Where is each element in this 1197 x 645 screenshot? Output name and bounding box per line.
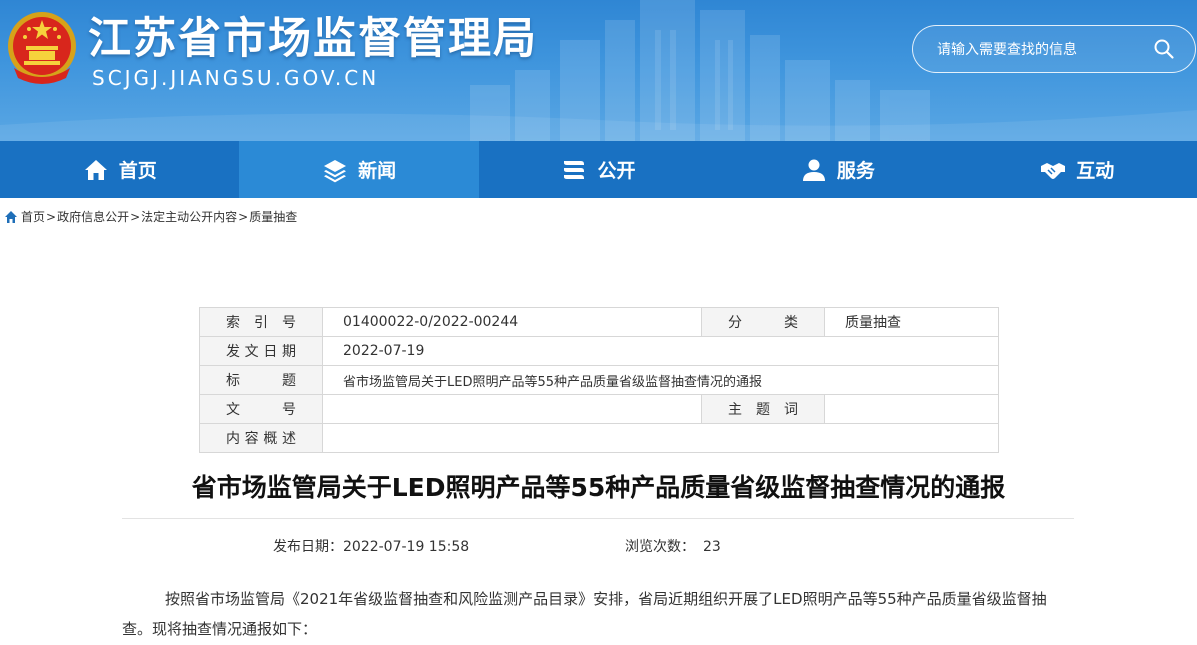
nav-item-label: 公开 <box>597 160 636 182</box>
site-header: 江苏省市场监督管理局 SCJGJ.JIANGSU.GOV.CN <box>0 0 1197 141</box>
breadcrumb-gov-info[interactable]: 政府信息公开 <box>57 208 129 225</box>
handshake-icon <box>1041 162 1066 179</box>
summary-label: 内容概述 <box>199 423 323 453</box>
nav-item-label: 互动 <box>1076 160 1115 182</box>
breadcrumb-separator: > <box>46 209 57 224</box>
keywords-value <box>824 394 999 424</box>
title-value: 省市场监管局关于LED照明产品等55种产品质量省级监督抽查情况的通报 <box>322 365 999 395</box>
nav-item-news[interactable]: 新闻 <box>239 141 479 198</box>
index-value: 01400022-0/2022-00244 <box>322 307 702 337</box>
search-icon[interactable] <box>1153 38 1175 60</box>
table-row: 索引号 01400022-0/2022-00244 分类 质量抽查 <box>199 307 999 337</box>
books-icon <box>564 160 585 179</box>
summary-value <box>322 423 999 453</box>
nav-item-public[interactable]: 公开 <box>479 141 718 198</box>
document-info-table: 索引号 01400022-0/2022-00244 分类 质量抽查 发文日期 2… <box>199 307 999 453</box>
table-row: 文号 主题词 <box>199 394 999 424</box>
nav-item-label: 新闻 <box>358 160 397 182</box>
publish-date: 发布日期：2022-07-19 15:58 <box>273 536 469 556</box>
main-nav: 首页 新闻 公开 服务 互动 <box>0 141 1197 198</box>
title-divider <box>122 518 1074 519</box>
national-emblem-icon <box>8 12 76 84</box>
docno-label: 文号 <box>199 394 323 424</box>
publish-value: 2022-07-19 15:58 <box>343 539 470 555</box>
breadcrumb-home-icon <box>5 210 17 223</box>
title-label: 标题 <box>199 365 323 395</box>
views-label: 浏览次数： <box>625 539 695 555</box>
table-row: 内容概述 <box>199 423 999 453</box>
nav-item-label: 首页 <box>118 160 157 182</box>
breadcrumb-legal-public[interactable]: 法定主动公开内容 <box>141 208 237 225</box>
keywords-label: 主题词 <box>701 394 825 424</box>
nav-item-label: 服务 <box>836 160 875 182</box>
breadcrumb-separator: > <box>130 209 141 224</box>
docno-value <box>322 394 702 424</box>
index-label: 索引号 <box>199 307 323 337</box>
article-body: 按照省市场监管局《2021年省级监督抽查和风险监测产品目录》安排，省局近期组织开… <box>122 590 1047 638</box>
category-value: 质量抽查 <box>824 307 999 337</box>
search-box <box>912 25 1196 73</box>
site-domain: SCJGJ.JIANGSU.GOV.CN <box>92 66 380 90</box>
view-count: 浏览次数： 23 <box>625 536 721 556</box>
breadcrumb-home[interactable]: 首页 <box>21 208 45 225</box>
views-value: 23 <box>703 539 721 555</box>
breadcrumb: 首页 > 政府信息公开 > 法定主动公开内容 > 质量抽查 <box>4 208 297 225</box>
date-label: 发文日期 <box>199 336 323 366</box>
breadcrumb-separator: > <box>238 209 249 224</box>
table-row: 发文日期 2022-07-19 <box>199 336 999 366</box>
publish-label: 发布日期： <box>273 539 343 555</box>
nav-item-service[interactable]: 服务 <box>718 141 957 198</box>
article-title: 省市场监管局关于LED照明产品等55种产品质量省级监督抽查情况的通报 <box>191 473 1006 502</box>
table-row: 标题 省市场监管局关于LED照明产品等55种产品质量省级监督抽查情况的通报 <box>199 365 999 395</box>
layers-icon <box>324 159 347 182</box>
nav-item-home[interactable]: 首页 <box>0 141 239 198</box>
date-value: 2022-07-19 <box>322 336 999 366</box>
user-icon <box>802 159 825 181</box>
breadcrumb-quality-check[interactable]: 质量抽查 <box>249 208 297 225</box>
nav-item-interact[interactable]: 互动 <box>958 141 1197 198</box>
home-icon <box>84 159 107 180</box>
category-label: 分类 <box>701 307 825 337</box>
site-title: 江苏省市场监督管理局 <box>88 14 538 64</box>
search-input[interactable] <box>935 38 1149 62</box>
